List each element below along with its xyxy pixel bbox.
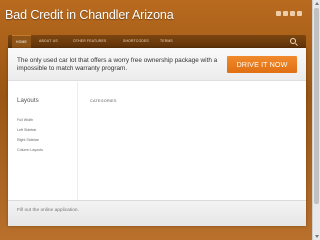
sidebar: Layouts Full Width Left Sidebar Right Si… (8, 82, 78, 202)
google-plus-icon[interactable] (290, 11, 295, 16)
sidebar-link-left-sidebar[interactable]: Left Sidebar (17, 128, 36, 132)
footer-bar: Fill out the online application. (8, 200, 306, 226)
online-application-link[interactable]: Fill out the online application. (17, 208, 79, 213)
sidebar-title: Layouts (17, 97, 39, 104)
nav-item-shortcodes[interactable]: Shortcodes (123, 39, 149, 43)
search-icon[interactable] (290, 38, 296, 44)
scroll-up-icon[interactable] (315, 2, 319, 5)
sidebar-link-right-sidebar[interactable]: Right Sidebar (17, 138, 39, 142)
promo-banner: The only used car lot that offers a worr… (8, 48, 306, 81)
site-title[interactable]: Bad Credit in Chandler Arizona (5, 8, 174, 22)
sidebar-link-column-layouts[interactable]: Column Layouts (17, 148, 43, 152)
site-header: Bad Credit in Chandler Arizona (0, 0, 312, 34)
twitter-icon[interactable] (276, 11, 281, 16)
facebook-icon[interactable] (283, 11, 288, 16)
sidebar-link-full-width[interactable]: Full Width (17, 118, 33, 122)
drive-it-now-button[interactable]: DRIVE IT NOW (227, 56, 297, 73)
scrollbar-thumb[interactable] (314, 8, 319, 204)
promo-text: The only used car lot that offers a worr… (17, 57, 218, 72)
nav-item-home[interactable]: Home (12, 35, 31, 48)
vertical-scrollbar[interactable] (312, 0, 320, 240)
nav-item-terms[interactable]: Terms (160, 39, 173, 43)
main-nav: Home About Us Other Features Shortcodes … (8, 35, 306, 48)
nav-item-other-features[interactable]: Other Features (73, 39, 106, 43)
scroll-down-icon[interactable] (315, 235, 319, 238)
categories-heading: Categories (90, 99, 117, 103)
rss-icon[interactable] (297, 11, 302, 16)
social-icons (276, 11, 302, 16)
nav-item-about-us[interactable]: About Us (39, 39, 58, 43)
content-area: The only used car lot that offers a worr… (8, 48, 306, 226)
